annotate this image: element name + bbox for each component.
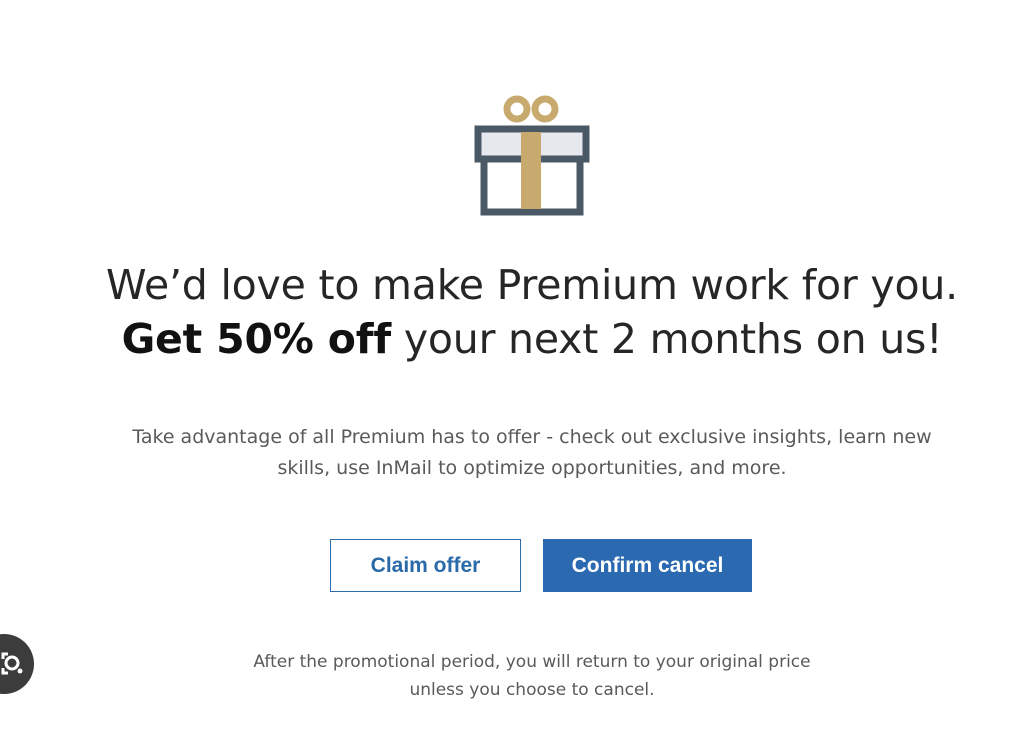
claim-offer-button[interactable]: Claim offer bbox=[330, 539, 521, 592]
headline: We’d love to make Premium work for you. … bbox=[0, 258, 1024, 366]
lens-search-button[interactable] bbox=[0, 634, 34, 694]
lens-search-icon bbox=[1, 652, 23, 675]
headline-offer: Get 50% off bbox=[121, 315, 392, 363]
promo-footnote: After the promotional period, you will r… bbox=[253, 652, 811, 700]
headline-line2: Get 50% off your next 2 months on us! bbox=[0, 312, 1024, 366]
headline-line1: We’d love to make Premium work for you. bbox=[106, 261, 958, 309]
confirm-cancel-button[interactable]: Confirm cancel bbox=[543, 539, 752, 592]
gift-icon bbox=[470, 92, 594, 222]
description-text: Take advantage of all Premium has to off… bbox=[132, 426, 932, 479]
headline-line2-rest: your next 2 months on us! bbox=[391, 315, 943, 363]
